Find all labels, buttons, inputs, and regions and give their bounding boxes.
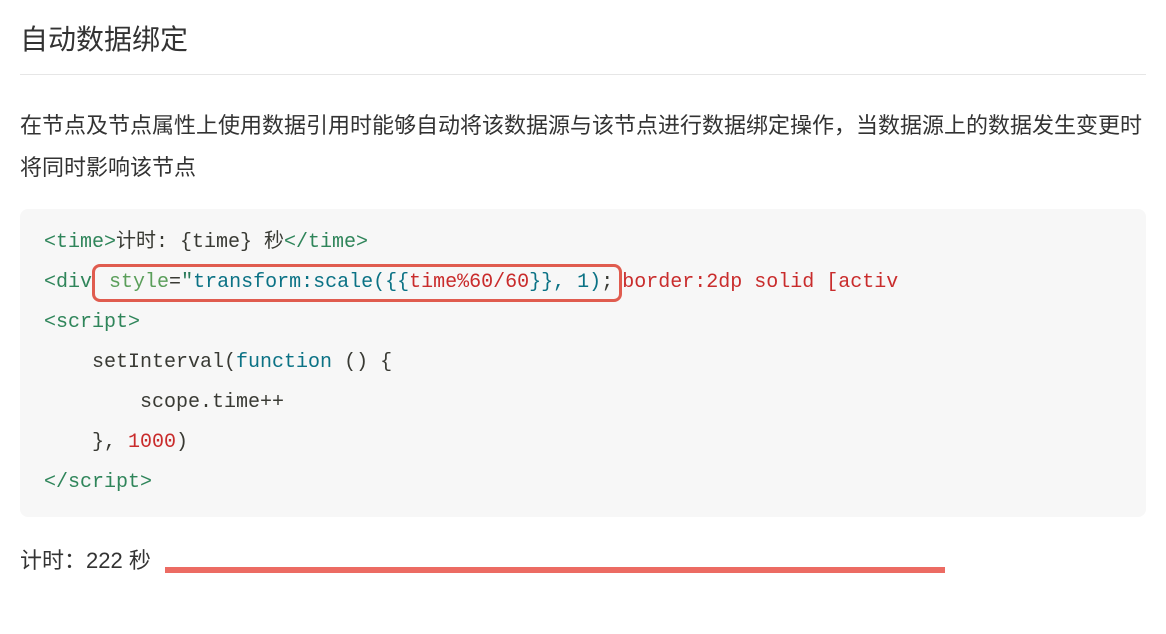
code-close-brace: }, xyxy=(92,431,128,454)
code-space xyxy=(97,271,109,294)
code-indent xyxy=(44,351,92,374)
code-text: 计时: {time} 秒 xyxy=(116,231,284,254)
code-val: transform:scale( xyxy=(193,271,385,294)
code-expr: time%60/60 xyxy=(409,271,529,294)
code-border-decl: border:2dp solid [activ xyxy=(622,271,898,294)
timer-label: 计时：222 秒 xyxy=(20,543,151,575)
code-eq: = xyxy=(169,271,181,294)
code-semicolon: ; xyxy=(601,271,613,294)
code-interval: 1000 xyxy=(128,431,176,454)
section-description: 在节点及节点属性上使用数据引用时能够自动将该数据源与该节点进行数据绑定操作，当数… xyxy=(20,105,1146,189)
code-indent xyxy=(44,391,140,414)
code-script-close: </scr xyxy=(44,471,104,494)
code-val-after: , 1) xyxy=(553,271,601,294)
code-indent xyxy=(44,431,92,454)
code-expr-close: }} xyxy=(529,271,553,294)
section-title: 自动数据绑定 xyxy=(20,0,1146,75)
code-expr-open: {{ xyxy=(385,271,409,294)
code-attr-style: style xyxy=(109,271,169,294)
code-script-close-2: ipt> xyxy=(104,471,152,494)
code-quote: " xyxy=(181,271,193,294)
code-function-kw: function xyxy=(236,351,332,374)
code-script-open: <script> xyxy=(44,311,140,334)
live-output-row: 计时：222 秒 xyxy=(20,543,1146,575)
code-call: setInterval( xyxy=(92,351,236,374)
code-body: scope.time++ xyxy=(140,391,284,414)
highlighted-attribute: style="transform:scale({{time%60/60}}, 1… xyxy=(92,264,622,302)
code-tag-div-open: <div xyxy=(44,271,92,294)
code-fn-parens: () { xyxy=(332,351,392,374)
code-close-paren: ) xyxy=(176,431,188,454)
code-tag-open: <time> xyxy=(44,231,116,254)
code-tag-close: </time> xyxy=(284,231,368,254)
timer-progress-bar xyxy=(165,567,945,573)
code-snippet: <time>计时: {time} 秒</time> <div style="tr… xyxy=(20,209,1146,517)
